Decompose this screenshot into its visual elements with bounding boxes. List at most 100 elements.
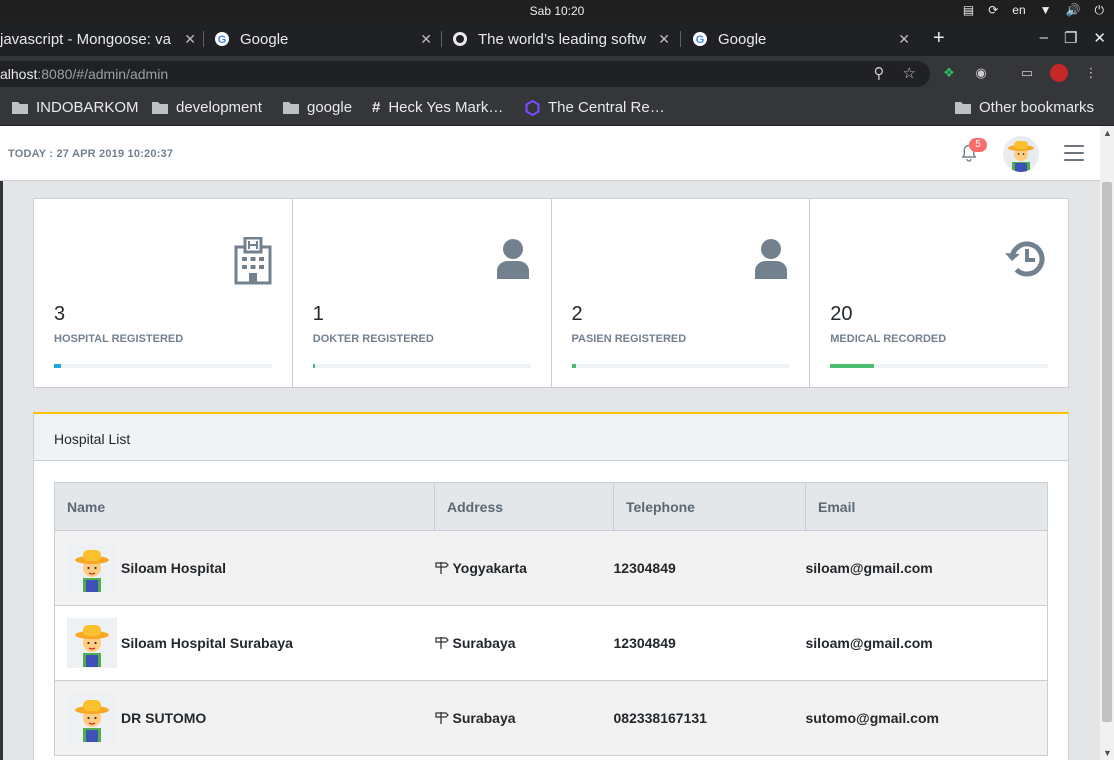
address-cell: Surabaya [434, 680, 614, 756]
tab-google-1[interactable]: G Google ✕ [214, 22, 432, 56]
power-icon[interactable]: ⏻ [1095, 2, 1105, 18]
tab-title: The world’s leading softw [478, 30, 647, 48]
bookmark-label: development [176, 99, 262, 116]
tab-separator [441, 31, 442, 47]
hospital-table: Name Address Telephone Email Siloam Hosp… [54, 482, 1048, 756]
tab-github[interactable]: The world’s leading softw ✕ [452, 22, 670, 56]
stat-label: PASIEN REGISTERED [571, 333, 687, 345]
signpost-icon [434, 636, 449, 650]
stat-value: 2 [571, 303, 583, 325]
keyboard-layout[interactable]: en [1012, 2, 1025, 18]
tab-title: Google [240, 30, 289, 48]
address-cell: Surabaya [434, 605, 614, 681]
cast-icon[interactable]: ▭ [1018, 64, 1036, 82]
close-icon[interactable]: ✕ [658, 31, 670, 48]
url-path: :8080/#/admin/admin [37, 66, 169, 82]
progress-bar [312, 364, 531, 368]
url-host: alhost [0, 66, 38, 82]
hospital-email: siloam@gmail.com [805, 605, 1048, 681]
bookmark-label: INDOBARKOM [36, 99, 139, 116]
hospital-email: siloam@gmail.com [805, 530, 1048, 606]
table-header-row: Name Address Telephone Email [54, 482, 1048, 531]
menu-toggle-icon[interactable] [1064, 145, 1084, 161]
hospital-telephone: 12304849 [613, 605, 806, 681]
hospital-name: Siloam Hospital [121, 560, 227, 576]
bookmark-heck-yes-markdown[interactable]: # Heck Yes Mark… [372, 99, 503, 116]
bookmark-google[interactable]: google [283, 99, 352, 116]
bookmark-indobarkom[interactable]: INDOBARKOM [12, 99, 139, 116]
bookmark-label: The Central Re… [548, 99, 665, 116]
address-bar: alhost:8080/#/admin/admin ⚲ ☆ ❖ ◉ ▭ ⋮ [0, 56, 1114, 92]
profile-avatar[interactable] [1050, 64, 1068, 82]
bookmark-label: google [307, 99, 353, 116]
stat-pasien: 2 PASIEN REGISTERED [552, 199, 811, 387]
menu-dots-icon[interactable]: ⋮ [1082, 64, 1100, 82]
clipboard-icon[interactable]: ▤ [963, 2, 974, 18]
bookmark-label: Heck Yes Mark… [388, 99, 504, 116]
table-row[interactable]: DR SUTOMO Surabaya 082338167131 sutomo@g… [54, 680, 1048, 756]
close-icon[interactable]: ✕ [420, 31, 432, 48]
stat-hospital: 3 HOSPITAL REGISTERED [34, 199, 293, 387]
new-tab-button[interactable]: + [933, 27, 945, 50]
url-input[interactable]: alhost:8080/#/admin/admin ⚲ ☆ [0, 61, 930, 87]
tab-title: Google [718, 30, 767, 48]
scroll-down-arrow[interactable]: ▼ [1103, 748, 1112, 758]
column-header-email[interactable]: Email [805, 482, 1048, 531]
key-icon[interactable]: ⚲ [874, 61, 885, 87]
sidebar-edge [0, 181, 3, 760]
wifi-icon[interactable]: ▼ [1040, 2, 1052, 18]
stat-value: 3 [54, 303, 66, 325]
column-header-name[interactable]: Name [54, 482, 435, 531]
name-cell: Siloam Hospital [54, 530, 435, 606]
tab-stackoverflow[interactable]: javascript - Mongoose: va ✕ [0, 22, 196, 56]
close-icon[interactable]: ✕ [184, 31, 196, 48]
tab-title: javascript - Mongoose: va [0, 30, 171, 48]
table-row[interactable]: Siloam Hospital Yogyakarta 12304849 silo… [54, 530, 1048, 606]
os-clock: Sab 10:20 [529, 4, 585, 18]
column-header-address[interactable]: Address [434, 482, 614, 531]
table-row[interactable]: Siloam Hospital Surabaya Surabaya 123048… [54, 605, 1048, 681]
hexagon-icon [525, 99, 540, 116]
user-icon [495, 237, 531, 286]
hash-icon: # [372, 99, 381, 116]
svg-text:G: G [218, 34, 227, 46]
sync-icon[interactable]: ⟳ [988, 2, 998, 18]
stat-medical: 20 MEDICAL RECORDED [810, 199, 1068, 387]
card-title: Hospital List [34, 414, 1068, 461]
svg-text:G: G [696, 34, 705, 46]
google-icon: G [692, 31, 708, 47]
star-icon[interactable]: ☆ [903, 61, 916, 87]
stats-panel: 3 HOSPITAL REGISTERED 1 DOKTER REGISTERE… [33, 198, 1069, 388]
avatar[interactable] [1003, 136, 1039, 172]
scroll-up-arrow[interactable]: ▲ [1103, 128, 1112, 138]
column-header-telephone[interactable]: Telephone [613, 482, 806, 531]
close-window-icon[interactable]: ✕ [1093, 29, 1106, 47]
hospital-telephone: 12304849 [613, 530, 806, 606]
tab-separator [680, 31, 681, 47]
page-scrollbar[interactable]: ▲ ▼ [1100, 126, 1114, 760]
notification-badge: 5 [969, 138, 987, 152]
hospital-avatar [67, 618, 117, 668]
progress-bar [54, 364, 272, 368]
close-icon[interactable]: ✕ [898, 31, 910, 48]
progress-fill [312, 364, 315, 368]
scrollbar-thumb[interactable] [1102, 182, 1112, 722]
restore-icon[interactable]: ❐ [1064, 29, 1077, 47]
bookmark-central-repository[interactable]: The Central Re… [525, 99, 665, 116]
signpost-icon [434, 711, 449, 725]
minimize-icon[interactable]: – [1040, 29, 1048, 47]
hospital-telephone: 082338167131 [613, 680, 806, 756]
other-bookmarks-label: Other bookmarks [979, 99, 1095, 116]
tab-google-2[interactable]: G Google ✕ [692, 22, 910, 56]
bookmark-development[interactable]: development [152, 99, 262, 116]
evernote-icon[interactable]: ❖ [940, 64, 958, 82]
other-bookmarks[interactable]: Other bookmarks [955, 99, 1094, 116]
hospital-name: DR SUTOMO [121, 710, 207, 726]
progress-fill [571, 364, 576, 368]
volume-icon[interactable]: 🔊 [1066, 2, 1081, 18]
progress-bar [830, 364, 1048, 368]
hospital-address: Yogyakarta [452, 560, 527, 576]
camera-icon[interactable]: ◉ [972, 64, 990, 82]
history-icon [1004, 237, 1048, 286]
browser-tab-strip: javascript - Mongoose: va ✕ G Google ✕ T… [0, 22, 1114, 56]
